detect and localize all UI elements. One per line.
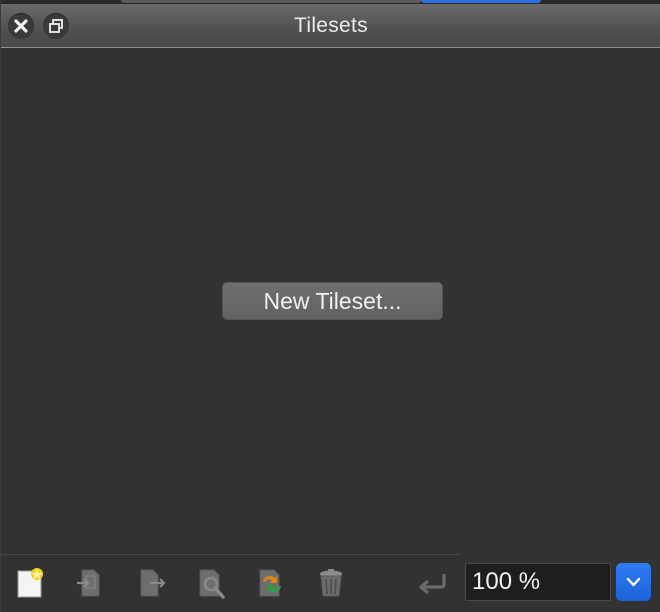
new-tileset-button[interactable]: New Tileset... [222,282,443,320]
undo-icon [419,574,446,595]
find-tileset-tool[interactable] [196,566,228,600]
zoom-control [465,563,651,601]
new-tileset-tool[interactable] [15,566,47,600]
new-tileset-icon [17,568,43,598]
replace-tileset-tool[interactable] [255,566,287,600]
import-tileset-tool[interactable] [74,566,106,600]
top-strip-accent [421,0,541,3]
panel-titlebar: Tilesets [1,4,660,48]
replace-tileset-icon [259,569,281,597]
zoom-dropdown-button[interactable] [616,563,651,601]
chevron-down-icon [626,577,641,587]
find-file-icon [199,569,225,599]
export-tileset-tool[interactable] [136,566,168,600]
zoom-input[interactable] [465,563,611,601]
tilesets-toolbar [1,554,461,612]
top-strip-segment [121,0,421,3]
panel-title: Tilesets [294,14,368,37]
undo-tool[interactable] [416,569,448,603]
tilesets-content-area: New Tileset... [1,48,660,554]
tilesets-panel: Tilesets New Tileset... [0,0,660,612]
import-tileset-icon [77,569,100,597]
delete-tileset-tool[interactable] [315,566,347,600]
trash-icon [320,569,342,597]
export-tileset-icon [140,569,166,597]
